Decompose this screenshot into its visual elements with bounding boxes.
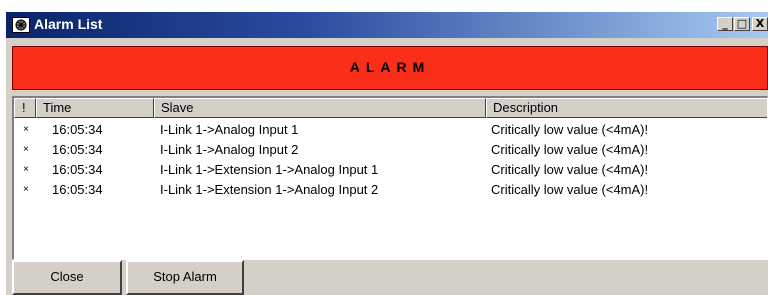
app-icon	[12, 17, 30, 33]
row-flag: ×	[23, 184, 29, 195]
close-button[interactable]: Close	[12, 260, 122, 295]
window-title: Alarm List	[34, 16, 103, 32]
column-header-flag[interactable]: !	[14, 98, 36, 118]
table-row[interactable]: × 16:05:34 I-Link 1->Extension 1->Analog…	[14, 180, 767, 200]
column-header-description[interactable]: Description	[486, 98, 767, 118]
row-slave: I-Link 1->Analog Input 1	[160, 122, 299, 137]
row-slave: I-Link 1->Extension 1->Analog Input 2	[160, 182, 379, 197]
table-row[interactable]: × 16:05:34 I-Link 1->Analog Input 1 Crit…	[14, 120, 767, 140]
row-description: Critically low value (<4mA)!	[491, 182, 649, 197]
alarm-list-window: Alarm List _ □ X ALARM ! Time Slave Desc…	[6, 12, 768, 295]
row-description: Critically low value (<4mA)!	[491, 162, 649, 177]
list-header: ! Time Slave Description	[14, 98, 767, 118]
row-description: Critically low value (<4mA)!	[491, 122, 649, 137]
minimize-button[interactable]: _	[717, 17, 733, 31]
row-time: 16:05:34	[52, 122, 103, 137]
row-slave: I-Link 1->Extension 1->Analog Input 1	[160, 162, 379, 177]
row-flag: ×	[23, 164, 29, 175]
table-row[interactable]: × 16:05:34 I-Link 1->Analog Input 2 Crit…	[14, 140, 767, 160]
alarm-banner: ALARM	[12, 46, 768, 90]
row-time: 16:05:34	[52, 142, 103, 157]
alarm-list[interactable]: ! Time Slave Description × 16:05:34 I-Li…	[12, 96, 768, 260]
column-header-slave[interactable]: Slave	[154, 98, 486, 118]
row-description: Critically low value (<4mA)!	[491, 142, 649, 157]
stop-alarm-button[interactable]: Stop Alarm	[126, 260, 244, 295]
row-flag: ×	[23, 144, 29, 155]
row-flag: ×	[23, 124, 29, 135]
table-row[interactable]: × 16:05:34 I-Link 1->Extension 1->Analog…	[14, 160, 767, 180]
row-slave: I-Link 1->Analog Input 2	[160, 142, 299, 157]
title-bar[interactable]: Alarm List _ □ X	[6, 12, 768, 38]
close-window-button[interactable]: X	[752, 17, 768, 31]
alarm-banner-text: ALARM	[349, 59, 431, 75]
maximize-button[interactable]: □	[734, 17, 750, 31]
row-time: 16:05:34	[52, 162, 103, 177]
column-header-time[interactable]: Time	[36, 98, 154, 118]
row-time: 16:05:34	[52, 182, 103, 197]
